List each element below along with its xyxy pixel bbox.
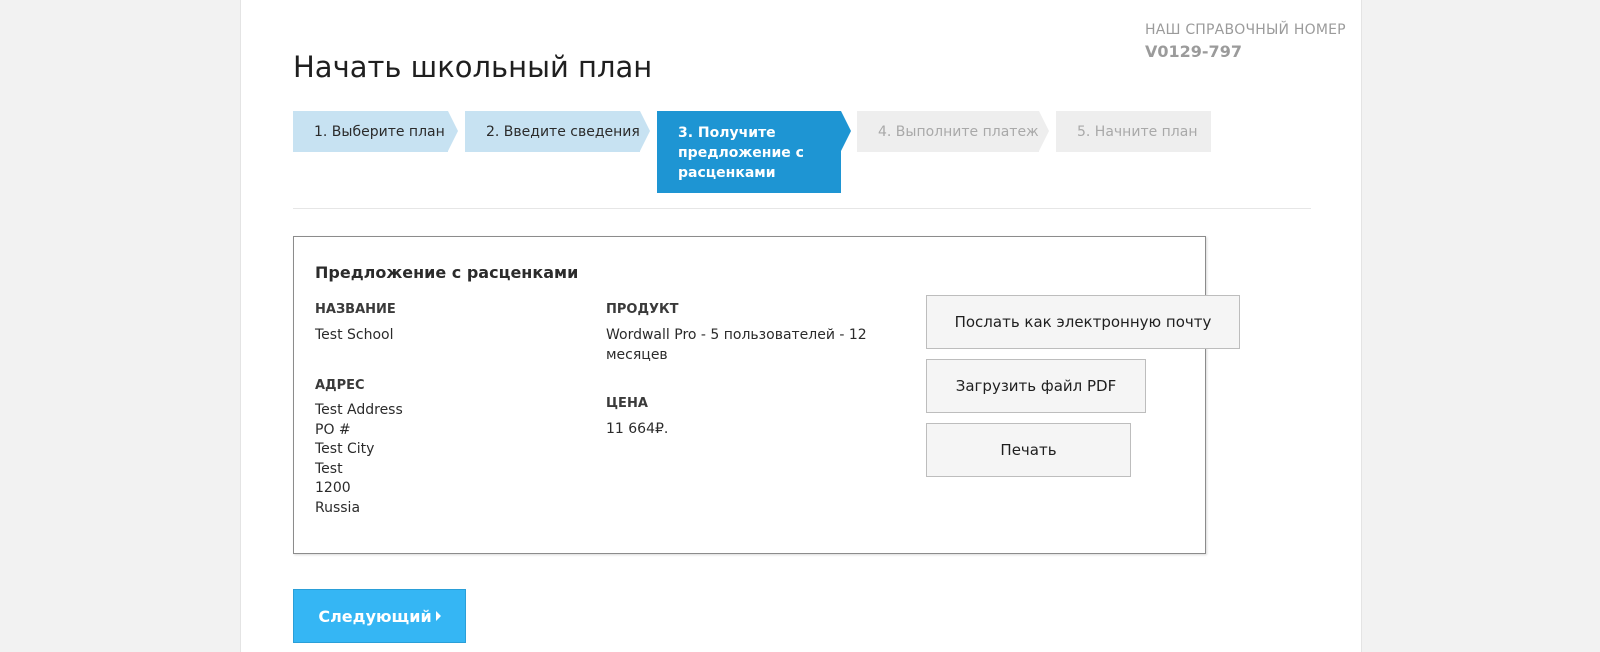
price-value: 11 664₽.: [606, 421, 669, 437]
caret-right-icon: [435, 611, 441, 621]
step-label: 4. Выполните платеж: [878, 124, 1039, 140]
name-label: НАЗВАНИЕ: [315, 302, 396, 317]
step-make-payment: 4. Выполните платеж: [857, 111, 1049, 152]
address-label: АДРЕС: [315, 378, 365, 393]
step-arrow-icon: [448, 111, 458, 151]
product-line: месяцев: [606, 346, 668, 363]
reference-number: V0129-797: [1145, 42, 1242, 61]
step-arrow-icon: [841, 111, 851, 151]
address-line: Test: [315, 460, 343, 477]
name-value: Test School: [315, 327, 394, 343]
step-choose-plan: 1. Выберите план: [293, 111, 458, 152]
quote-panel: Предложение с расценками НАЗВАНИЕ Test S…: [293, 236, 1240, 554]
next-button[interactable]: Следующий: [293, 589, 466, 643]
quote-title: Предложение с расценками: [315, 263, 579, 282]
address-line: Test Address: [315, 402, 403, 418]
step-label: 5. Начните план: [1077, 124, 1198, 140]
step-enter-details: 2. Введите сведения: [465, 111, 650, 152]
send-email-button[interactable]: Послать как электронную почту: [926, 295, 1240, 349]
page-title: Начать школьный план: [293, 50, 653, 84]
step-get-quote: 3. Получите предложение с расценками: [657, 111, 851, 193]
step-arrow-icon: [640, 111, 650, 151]
product-line: Wordwall Pro - 5 пользователей - 12: [606, 327, 867, 343]
page-container: НАШ СПРАВОЧНЫЙ НОМЕР V0129-797 Начать шк…: [240, 0, 1362, 652]
divider: [293, 208, 1311, 209]
step-arrow-icon: [1039, 111, 1049, 151]
product-label: ПРОДУКТ: [606, 302, 679, 317]
address-line: Russia: [315, 499, 361, 516]
step-label: 1. Выберите план: [314, 124, 445, 140]
reference-block: НАШ СПРАВОЧНЫЙ НОМЕР V0129-797: [1145, 22, 1346, 61]
step-label: 3. Получите предложение с расценками: [678, 125, 804, 181]
address-line: PO #: [315, 421, 351, 438]
step-start-plan: 5. Начните план: [1056, 111, 1211, 152]
product-value: Wordwall Pro - 5 пользователей - 12 меся…: [606, 326, 867, 365]
price-label: ЦЕНА: [606, 396, 648, 411]
address-value: Test Address PO # Test City Test 1200 Ru…: [315, 401, 403, 519]
address-line: 1200: [315, 480, 351, 497]
address-line: Test City: [315, 441, 375, 458]
reference-label: НАШ СПРАВОЧНЫЙ НОМЕР: [1145, 22, 1346, 38]
download-pdf-button[interactable]: Загрузить файл PDF: [926, 359, 1146, 413]
print-button[interactable]: Печать: [926, 423, 1131, 477]
step-label: 2. Введите сведения: [486, 124, 640, 140]
next-button-label: Следующий: [318, 606, 432, 626]
progress-steps: 1. Выберите план 2. Введите сведения 3. …: [293, 111, 1223, 193]
